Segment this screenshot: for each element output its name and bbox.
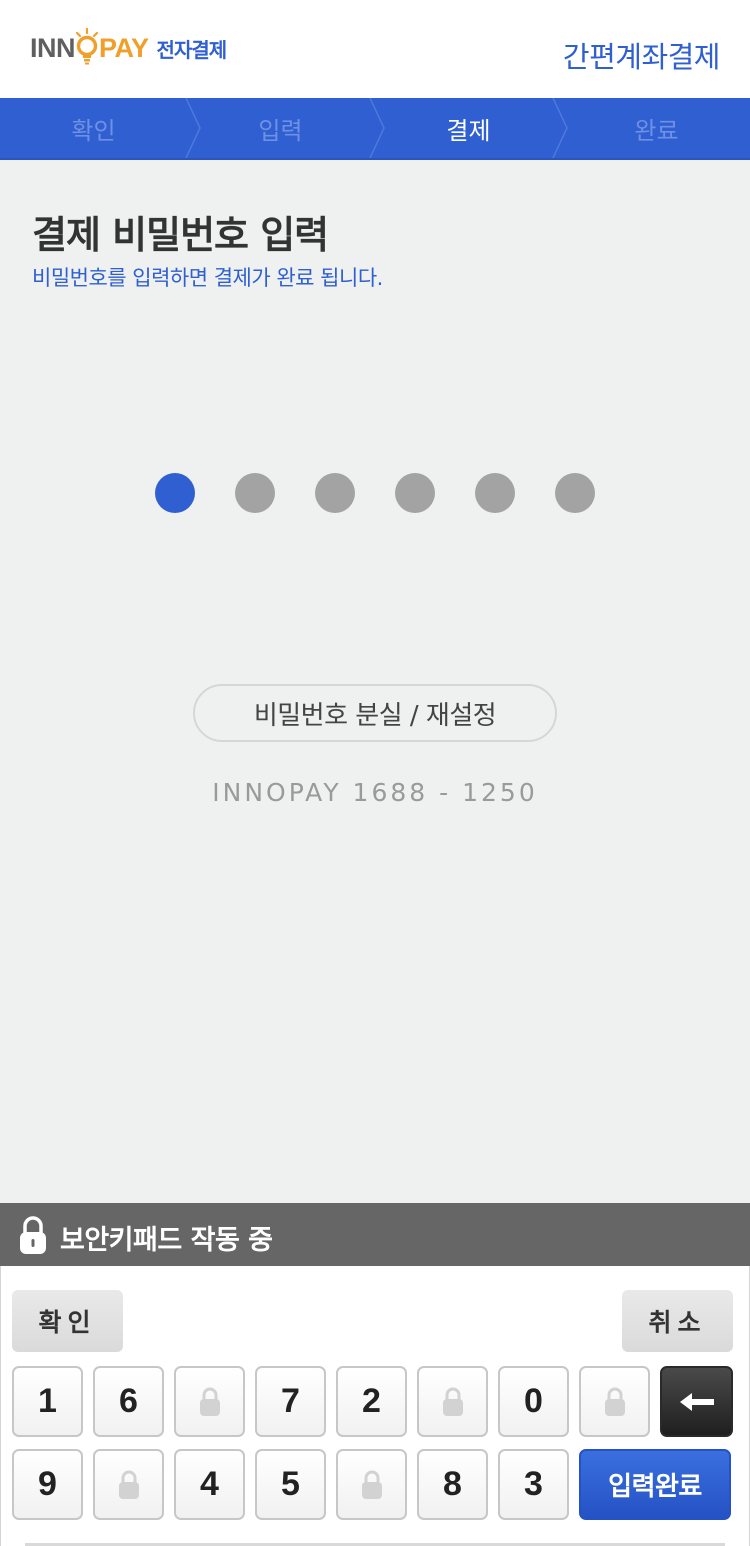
password-reset-button[interactable]: 비밀번호 분실 / 재설정 <box>193 684 557 742</box>
logo-subtitle: 전자결제 <box>156 37 228 62</box>
step-indicator: 확인 입력 결제 완료 <box>0 98 750 160</box>
logo-text-pay: PAY <box>99 32 149 63</box>
lock-icon <box>199 1387 220 1416</box>
pin-dot <box>315 473 355 513</box>
keypad-key[interactable]: 8 <box>417 1449 488 1520</box>
lock-icon <box>20 1216 46 1254</box>
pin-dot-filled <box>155 473 195 513</box>
lock-icon <box>118 1470 139 1499</box>
keypad-key[interactable]: 3 <box>498 1449 569 1520</box>
support-phone: INNOPAY 1688 - 1250 <box>212 778 538 807</box>
lock-icon <box>361 1470 382 1499</box>
step-payment: 결제 <box>446 116 491 145</box>
page-title: 간편계좌결제 <box>562 40 721 74</box>
arrow-left-icon <box>679 1392 714 1411</box>
innopay-logo: INN PAY 전자결제 <box>30 26 228 70</box>
keypad-blank-key[interactable] <box>417 1366 488 1437</box>
keypad-key[interactable]: 6 <box>93 1366 164 1437</box>
keypad-key[interactable]: 4 <box>174 1449 245 1520</box>
section-title: 결제 비밀번호 입력 <box>32 213 329 257</box>
keypad-done-button[interactable]: 입력완료 <box>579 1449 731 1520</box>
keypad-blank-key[interactable] <box>579 1366 650 1437</box>
header: INN PAY 전자결제 간편계좌결제 <box>0 0 750 98</box>
step-confirm: 확인 <box>71 116 116 145</box>
secure-keypad-status: 보안키패드 작동 중 <box>60 1225 273 1256</box>
pin-dot <box>475 473 515 513</box>
section-subtitle: 비밀번호를 입력하면 결제가 완료 됩니다. <box>32 266 383 290</box>
pin-dot <box>555 473 595 513</box>
lock-icon <box>604 1387 625 1416</box>
keypad-key[interactable]: 9 <box>12 1449 83 1520</box>
keypad-cancel-button[interactable]: 취소 <box>622 1290 733 1352</box>
pin-dot <box>395 473 435 513</box>
keypad-key[interactable]: 7 <box>255 1366 326 1437</box>
keypad-key[interactable]: 2 <box>336 1366 407 1437</box>
lock-icon <box>442 1387 463 1416</box>
keypad-key[interactable]: 1 <box>12 1366 83 1437</box>
step-complete: 완료 <box>634 116 679 145</box>
pin-dot <box>235 473 275 513</box>
lightbulb-icon <box>74 27 100 68</box>
keypad-blank-key[interactable] <box>174 1366 245 1437</box>
secure-keypad-bar: 보안키패드 작동 중 <box>0 1203 750 1266</box>
keypad-confirm-button[interactable]: 확인 <box>12 1290 123 1352</box>
keypad-blank-key[interactable] <box>93 1449 164 1520</box>
secure-keypad: 확인 취소 1 6 7 2 0 9 4 5 8 3 입력완료 <box>0 1266 750 1546</box>
keypad-key[interactable]: 0 <box>498 1366 569 1437</box>
keypad-blank-key[interactable] <box>336 1449 407 1520</box>
keypad-backspace-button[interactable] <box>660 1366 733 1437</box>
keypad-key[interactable]: 5 <box>255 1449 326 1520</box>
pin-indicator <box>155 473 595 513</box>
step-input: 입력 <box>258 116 303 145</box>
logo-text-inno: INN <box>30 32 76 63</box>
